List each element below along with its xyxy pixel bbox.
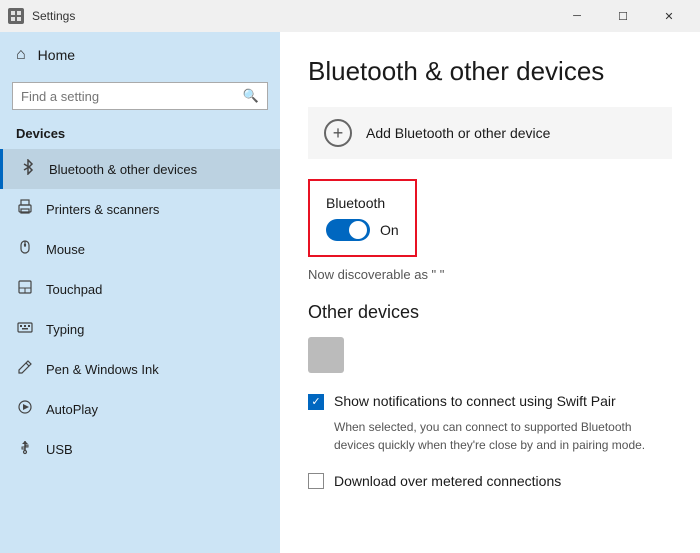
sidebar-item-typing[interactable]: Typing [0, 309, 280, 349]
search-icon: 🔍 [243, 88, 259, 104]
sidebar-item-printers-label: Printers & scanners [46, 202, 159, 217]
page-title: Bluetooth & other devices [308, 56, 672, 87]
close-button[interactable]: ✕ [646, 0, 692, 32]
add-device-label: Add Bluetooth or other device [366, 125, 550, 141]
typing-icon [16, 319, 34, 339]
sidebar-item-usb-label: USB [46, 442, 73, 457]
sidebar-item-pen[interactable]: Pen & Windows Ink [0, 349, 280, 389]
sidebar-item-typing-label: Typing [46, 322, 84, 337]
bluetooth-toggle[interactable] [326, 219, 370, 241]
usb-icon [16, 439, 34, 459]
touchpad-icon [16, 279, 34, 299]
sidebar-item-touchpad-label: Touchpad [46, 282, 102, 297]
download-label: Download over metered connections [334, 473, 561, 489]
bluetooth-section: Bluetooth On [308, 179, 417, 257]
bluetooth-label: Bluetooth [326, 195, 399, 211]
sidebar-item-pen-label: Pen & Windows Ink [46, 362, 159, 377]
checkmark-icon: ✓ [311, 397, 320, 408]
sidebar-item-autoplay-label: AutoPlay [46, 402, 98, 417]
sidebar-section-title: Devices [0, 122, 280, 149]
add-icon: + [324, 119, 352, 147]
autoplay-icon [16, 399, 34, 419]
search-box: 🔍 [12, 82, 268, 110]
bluetooth-icon [19, 159, 37, 179]
mouse-icon [16, 239, 34, 259]
other-devices-heading: Other devices [308, 302, 672, 323]
sidebar: ⌂ Home 🔍 Devices Bluetooth & other devic… [0, 32, 280, 553]
swift-pair-label: Show notifications to connect using Swif… [334, 393, 616, 409]
download-checkbox[interactable] [308, 473, 324, 489]
home-icon: ⌂ [16, 46, 26, 64]
title-bar: Settings ─ ☐ ✕ [0, 0, 700, 32]
pen-icon [16, 359, 34, 379]
printers-icon [16, 199, 34, 219]
toggle-knob [349, 221, 367, 239]
bluetooth-toggle-row: On [326, 219, 399, 241]
app-body: ⌂ Home 🔍 Devices Bluetooth & other devic… [0, 32, 700, 553]
swift-pair-description: When selected, you can connect to suppor… [334, 418, 672, 454]
sidebar-item-usb[interactable]: USB [0, 429, 280, 469]
device-placeholder [308, 337, 344, 373]
sidebar-item-printers[interactable]: Printers & scanners [0, 189, 280, 229]
discoverable-text: Now discoverable as " " [308, 267, 672, 282]
window-controls: ─ ☐ ✕ [554, 0, 692, 32]
toggle-on-label: On [380, 222, 399, 238]
swift-pair-checkbox[interactable]: ✓ [308, 394, 324, 410]
search-input[interactable] [21, 89, 237, 104]
maximize-button[interactable]: ☐ [600, 0, 646, 32]
main-panel: Bluetooth & other devices + Add Bluetoot… [280, 32, 700, 553]
sidebar-item-autoplay[interactable]: AutoPlay [0, 389, 280, 429]
sidebar-item-mouse-label: Mouse [46, 242, 85, 257]
swift-pair-row: ✓ Show notifications to connect using Sw… [308, 393, 672, 410]
minimize-button[interactable]: ─ [554, 0, 600, 32]
sidebar-item-mouse[interactable]: Mouse [0, 229, 280, 269]
app-icon [8, 8, 24, 24]
sidebar-item-bluetooth[interactable]: Bluetooth & other devices [0, 149, 280, 189]
sidebar-item-bluetooth-label: Bluetooth & other devices [49, 162, 197, 177]
add-device-button[interactable]: + Add Bluetooth or other device [308, 107, 672, 159]
sidebar-item-home[interactable]: ⌂ Home [0, 32, 280, 78]
download-row: Download over metered connections [308, 472, 672, 489]
title-bar-label: Settings [32, 9, 75, 23]
home-label: Home [38, 47, 75, 63]
sidebar-item-touchpad[interactable]: Touchpad [0, 269, 280, 309]
